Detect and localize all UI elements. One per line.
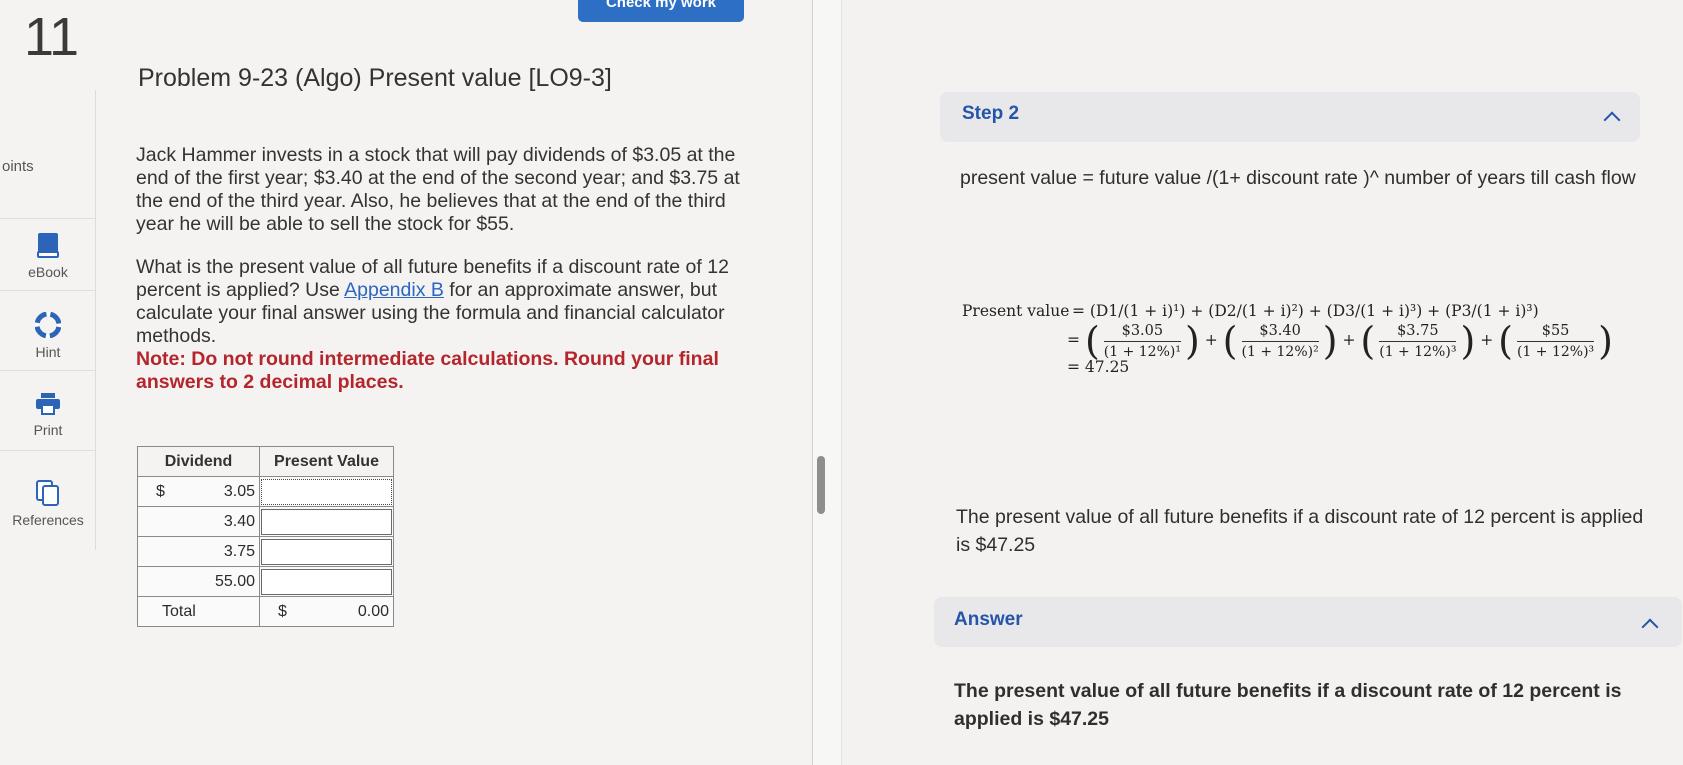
- present-value-input[interactable]: [261, 508, 392, 535]
- resize-handle[interactable]: [817, 456, 825, 514]
- question-body: Jack Hammer invests in a stock that will…: [136, 144, 751, 414]
- table-total-row: Total $0.00: [137, 596, 394, 627]
- formula-row: Present value = (D1/(1 + i)¹) + (D2/(1 +…: [962, 302, 1662, 320]
- sidebar-item-hint[interactable]: Hint: [0, 312, 96, 360]
- sidebar-item-print[interactable]: Print: [0, 392, 96, 438]
- table-row: 3.40: [137, 506, 394, 537]
- answer-text: The present value of all future benefits…: [954, 680, 1622, 730]
- step-label: Step 2: [962, 103, 1020, 124]
- table-header-row: Dividend Present Value: [137, 446, 394, 477]
- sidebar-divider: [0, 218, 96, 219]
- math-general-formula: = (D1/(1 + i)¹) + (D2/(1 + i)²) + (D3/(1…: [1071, 302, 1539, 320]
- sidebar-item-label: Hint: [35, 344, 61, 360]
- appendix-b-link[interactable]: Appendix B: [344, 279, 444, 301]
- chevron-up-icon: [1603, 111, 1621, 129]
- table-row: $3.05: [137, 476, 394, 507]
- fraction-term: $3.75 (1 + 12%)³: [1379, 322, 1457, 360]
- dividend-cell: 3.75: [137, 536, 260, 567]
- question-panel: 11 Check my work Problem 9-23 (Algo) Pre…: [0, 0, 812, 765]
- sidebar-divider: [0, 450, 96, 451]
- sidebar-item-label: eBook: [28, 264, 68, 280]
- present-value-input[interactable]: [261, 478, 392, 505]
- printer-icon: [36, 393, 60, 415]
- present-value-input[interactable]: [261, 538, 392, 565]
- sidebar-item-label: References: [12, 512, 84, 528]
- currency-symbol: $: [156, 482, 165, 500]
- math-lhs: Present value: [962, 302, 1070, 320]
- table-row: 3.75: [137, 536, 394, 567]
- present-value-calculation: Present value = (D1/(1 + i)¹) + (D2/(1 +…: [962, 302, 1662, 376]
- sidebar-divider: [0, 290, 96, 291]
- lifebuoy-icon: [35, 312, 61, 338]
- formula-description: present value = future value /(1+ discou…: [960, 167, 1636, 189]
- present-value-input[interactable]: [261, 568, 392, 595]
- sidebar-item-references[interactable]: References: [0, 480, 96, 528]
- dividend-cell: $3.05: [137, 476, 260, 507]
- sidebar-divider: [0, 370, 96, 371]
- result-sentence: The present value of all future benefits…: [956, 506, 1644, 556]
- column-header: Dividend: [137, 446, 260, 477]
- sidebar-item-ebook[interactable]: eBook: [0, 232, 96, 280]
- column-header: Present Value: [259, 446, 394, 477]
- dividend-value: 55.00: [214, 572, 255, 590]
- fraction-term: $3.40 (1 + 12%)²: [1241, 322, 1319, 360]
- present-value-cell: [259, 476, 394, 507]
- table-row: 55.00: [137, 566, 394, 597]
- dividend-value: 3.40: [223, 512, 255, 530]
- question-paragraph: Jack Hammer invests in a stock that will…: [136, 144, 740, 235]
- dividend-cell: 55.00: [137, 566, 260, 597]
- currency-symbol: $: [278, 602, 287, 620]
- rounding-note: Note: Do not round intermediate calculat…: [136, 348, 719, 393]
- dividend-value: 3.75: [223, 542, 255, 560]
- step-2-header[interactable]: Step 2: [940, 92, 1640, 142]
- answer-header[interactable]: Answer: [934, 597, 1682, 647]
- present-value-cell: [259, 566, 394, 597]
- question-number: 11: [24, 7, 79, 67]
- present-value-cell: [259, 506, 394, 537]
- sidebar-item-label: Print: [33, 422, 63, 438]
- solution-panel: Step 2 present value = future value /(1+…: [842, 0, 1683, 765]
- copy-icon: [36, 480, 59, 506]
- split-divider: [812, 0, 842, 765]
- resource-sidebar: eBook Hint Print References: [0, 90, 96, 550]
- dividend-table: Dividend Present Value $3.05 3.40 3.75 5…: [137, 446, 394, 627]
- total-value-cell: $0.00: [259, 596, 394, 627]
- present-value-cell: [259, 536, 394, 567]
- fraction-term: $55 (1 + 12%)³: [1516, 322, 1595, 360]
- dividend-value: 3.05: [223, 482, 255, 500]
- question-paragraph: What is the present value of all future …: [136, 256, 751, 348]
- fraction-term: $3.05 (1 + 12%)¹: [1103, 322, 1181, 360]
- substitution-row: = ($3.05 (1 + 12%)¹) + ($3.40 (1 + 12%)²) …: [1067, 319, 1613, 363]
- check-my-work-button[interactable]: Check my work: [578, 0, 744, 22]
- total-label-cell: Total: [137, 596, 260, 627]
- total-value: 0.00: [357, 602, 389, 620]
- problem-title: Problem 9-23 (Algo) Present value [LO9-3…: [138, 64, 612, 92]
- dividend-cell: 3.40: [137, 506, 260, 537]
- answer-label: Answer: [954, 609, 1023, 630]
- chevron-up-icon: [1641, 618, 1659, 636]
- total-label: Total: [162, 602, 196, 620]
- book-icon: [37, 233, 59, 258]
